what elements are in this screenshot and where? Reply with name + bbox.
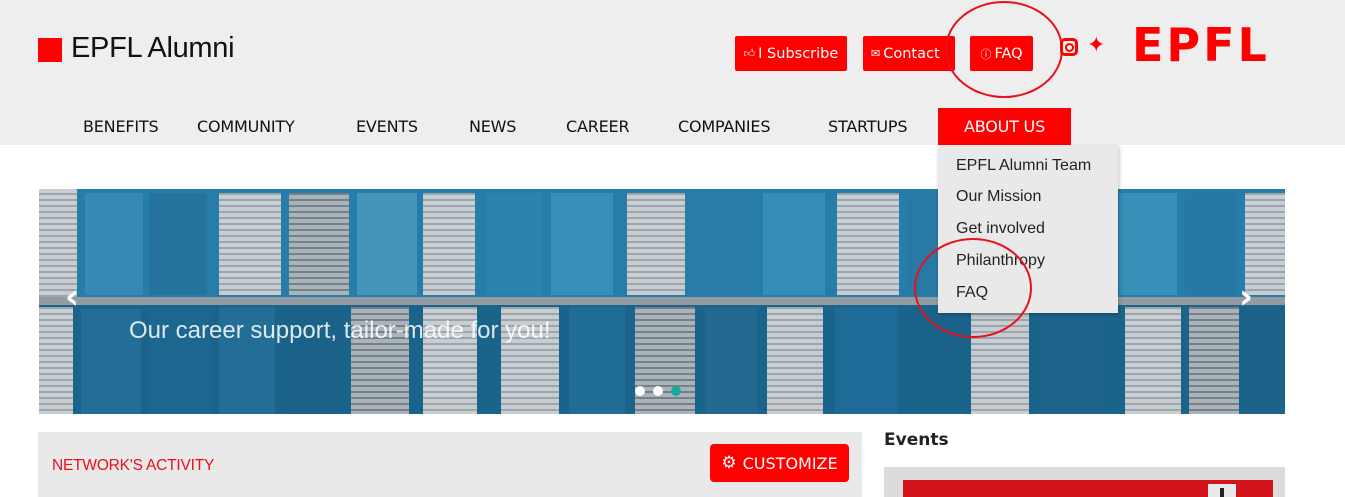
nav-community[interactable]: COMMUNITY <box>197 108 295 145</box>
question-circle-icon: ⓘ <box>980 47 992 61</box>
network-activity-title: NETWORK'S ACTIVITY <box>52 457 215 474</box>
carousel-dot[interactable] <box>635 386 645 396</box>
events-title: Events <box>884 430 949 450</box>
site-header: EPFL Alumni 👍︎ I Subscribe ✉ Contact ⓘ F… <box>0 0 1345 145</box>
nav-events[interactable]: EVENTS <box>356 108 418 145</box>
nav-about-us[interactable]: ABOUT US <box>938 108 1071 145</box>
subscribe-label: I Subscribe <box>758 45 839 62</box>
dropdown-item-faq[interactable]: FAQ <box>956 284 988 302</box>
nav-benefits[interactable]: BENEFITS <box>83 108 159 145</box>
nav-companies[interactable]: COMPANIES <box>678 108 770 145</box>
twitter-icon[interactable]: ✦ <box>1087 33 1105 58</box>
carousel-dot[interactable] <box>653 386 663 396</box>
subscribe-button[interactable]: 👍︎ I Subscribe <box>735 36 847 71</box>
carousel-prev-icon[interactable]: ‹ <box>65 277 79 317</box>
carousel-dot[interactable] <box>671 386 681 396</box>
faq-label: FAQ <box>994 45 1023 62</box>
envelope-icon: ✉ <box>871 47 881 60</box>
dropdown-item-mission[interactable]: Our Mission <box>956 188 1041 206</box>
thumbs-up-icon: 👍︎ <box>743 47 756 60</box>
customize-button[interactable]: ⚙ CUSTOMIZE <box>710 444 849 482</box>
logo-square <box>38 37 62 62</box>
contact-label: Contact <box>883 45 940 62</box>
carousel-next-icon[interactable]: › <box>1239 277 1253 317</box>
main-nav: BENEFITS COMMUNITY EVENTS NEWS CAREER CO… <box>0 108 1345 145</box>
dropdown-item-alumni-team[interactable]: EPFL Alumni Team <box>956 157 1091 175</box>
faq-button[interactable]: ⓘ FAQ <box>970 36 1033 71</box>
dropdown-item-get-involved[interactable]: Get involved <box>956 220 1045 238</box>
epfl-alumni-logo[interactable]: EPFL Alumni <box>38 32 235 65</box>
carousel-dots <box>635 386 689 396</box>
events-card-tab <box>1208 484 1236 497</box>
gear-icon: ⚙ <box>721 453 737 473</box>
about-us-dropdown: EPFL Alumni Team Our Mission Get involve… <box>938 145 1118 313</box>
nav-news[interactable]: NEWS <box>469 108 516 145</box>
epfl-logo[interactable]: EPFL <box>1132 22 1270 68</box>
dropdown-item-philanthropy[interactable]: Philanthropy <box>956 252 1045 270</box>
instagram-icon[interactable] <box>1060 38 1078 56</box>
customize-label: CUSTOMIZE <box>742 453 838 473</box>
page: EPFL Alumni 👍︎ I Subscribe ✉ Contact ⓘ F… <box>0 0 1345 497</box>
nav-startups[interactable]: STARTUPS <box>828 108 907 145</box>
network-activity-panel: NETWORK'S ACTIVITY ⚙ CUSTOMIZE <box>38 432 862 497</box>
hero-caption: Our career support, tailor-made for you! <box>129 317 551 344</box>
nav-career[interactable]: CAREER <box>566 108 630 145</box>
contact-button[interactable]: ✉ Contact <box>863 36 955 71</box>
logo-text: EPFL Alumni <box>71 32 235 64</box>
